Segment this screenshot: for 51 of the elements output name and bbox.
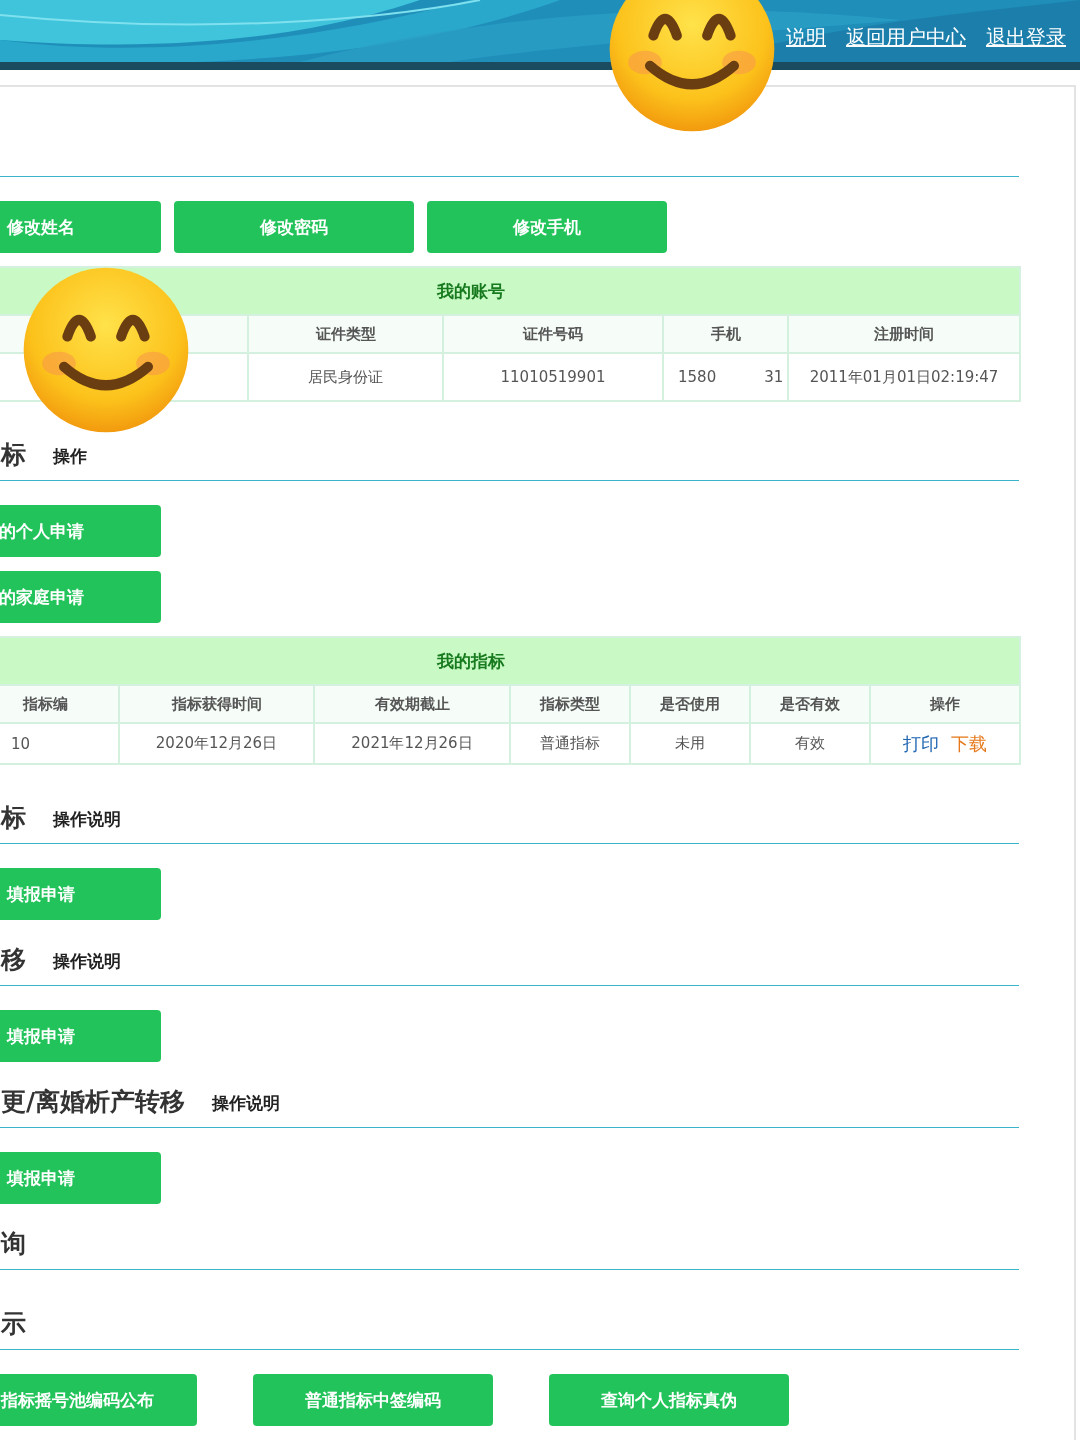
table-link[interactable]: 下载 — [951, 732, 987, 754]
table-cell: 2021年12月26日 — [314, 723, 510, 764]
column-header: 注册时间 — [788, 315, 1020, 353]
header-link[interactable]: 说明 — [786, 24, 826, 51]
column-header: 指标获得时间 — [119, 685, 314, 723]
column-header: 是否使用 — [630, 685, 750, 723]
table-cell: 居民身份证 — [248, 353, 443, 401]
action-button[interactable]: 修改手机 — [427, 201, 667, 253]
table-cell: 有效 — [750, 723, 870, 764]
action-button[interactable]: 指标摇号池编码公布 — [0, 1374, 197, 1426]
help-link[interactable]: 操作说明 — [212, 1092, 281, 1117]
table-cell: 普通指标 — [510, 723, 630, 764]
column-header: 指标编 — [0, 685, 119, 723]
action-button[interactable]: 填报申请 — [0, 1010, 161, 1062]
header-link[interactable]: 退出登录 — [986, 24, 1066, 51]
action-button[interactable]: 普通指标中签编码 — [253, 1374, 493, 1426]
section-title: 标 — [1, 440, 26, 470]
table-cell: 1580 31 — [663, 353, 788, 401]
section-title: 更/离婚析产转移 — [1, 1087, 186, 1117]
action-button[interactable]: 填报申请 — [0, 868, 161, 920]
column-header: 证件号码 — [443, 315, 663, 353]
table-title: 我的指标 — [0, 637, 1020, 685]
table-title: 我的账号 — [0, 267, 1020, 315]
help-link[interactable]: 操作 — [53, 445, 87, 470]
column-header: 是否有效 — [750, 685, 870, 723]
header-link[interactable]: 返回用户中心 — [846, 24, 966, 51]
column-header: 操作 — [870, 685, 1020, 723]
help-link[interactable]: 操作说明 — [53, 950, 121, 975]
action-button[interactable]: 修改姓名 — [0, 201, 161, 253]
table-cell: 未用 — [630, 723, 750, 764]
column-header: 有效期截止 — [314, 685, 510, 723]
smiley-icon — [608, 0, 776, 133]
help-link[interactable]: 操作说明 — [53, 808, 121, 833]
column-header: 证件类型 — [248, 315, 443, 353]
table-link[interactable]: 打印 — [903, 732, 939, 754]
action-button[interactable]: 修改密码 — [174, 201, 414, 253]
action-button[interactable]: 填报申请 — [0, 1152, 161, 1204]
table-cell: 11010519901 — [443, 353, 663, 401]
table-cell: 2011年01月01日02:19:47 — [788, 353, 1020, 401]
action-button[interactable]: 的个人申请 — [0, 505, 161, 557]
section-title: 询 — [1, 1229, 26, 1259]
action-button[interactable]: 的家庭申请 — [0, 571, 161, 623]
table-cell: 2020年12月26日 — [119, 723, 314, 764]
column-header: 手机 — [663, 315, 788, 353]
section-title: 示 — [1, 1309, 26, 1339]
section-title: 移 — [1, 945, 26, 975]
column-header: 指标类型 — [510, 685, 630, 723]
smiley-icon — [22, 266, 190, 434]
section-title: 标 — [1, 803, 26, 833]
table-cell: 10 — [0, 723, 119, 764]
action-button[interactable]: 查询个人指标真伪 — [549, 1374, 789, 1426]
